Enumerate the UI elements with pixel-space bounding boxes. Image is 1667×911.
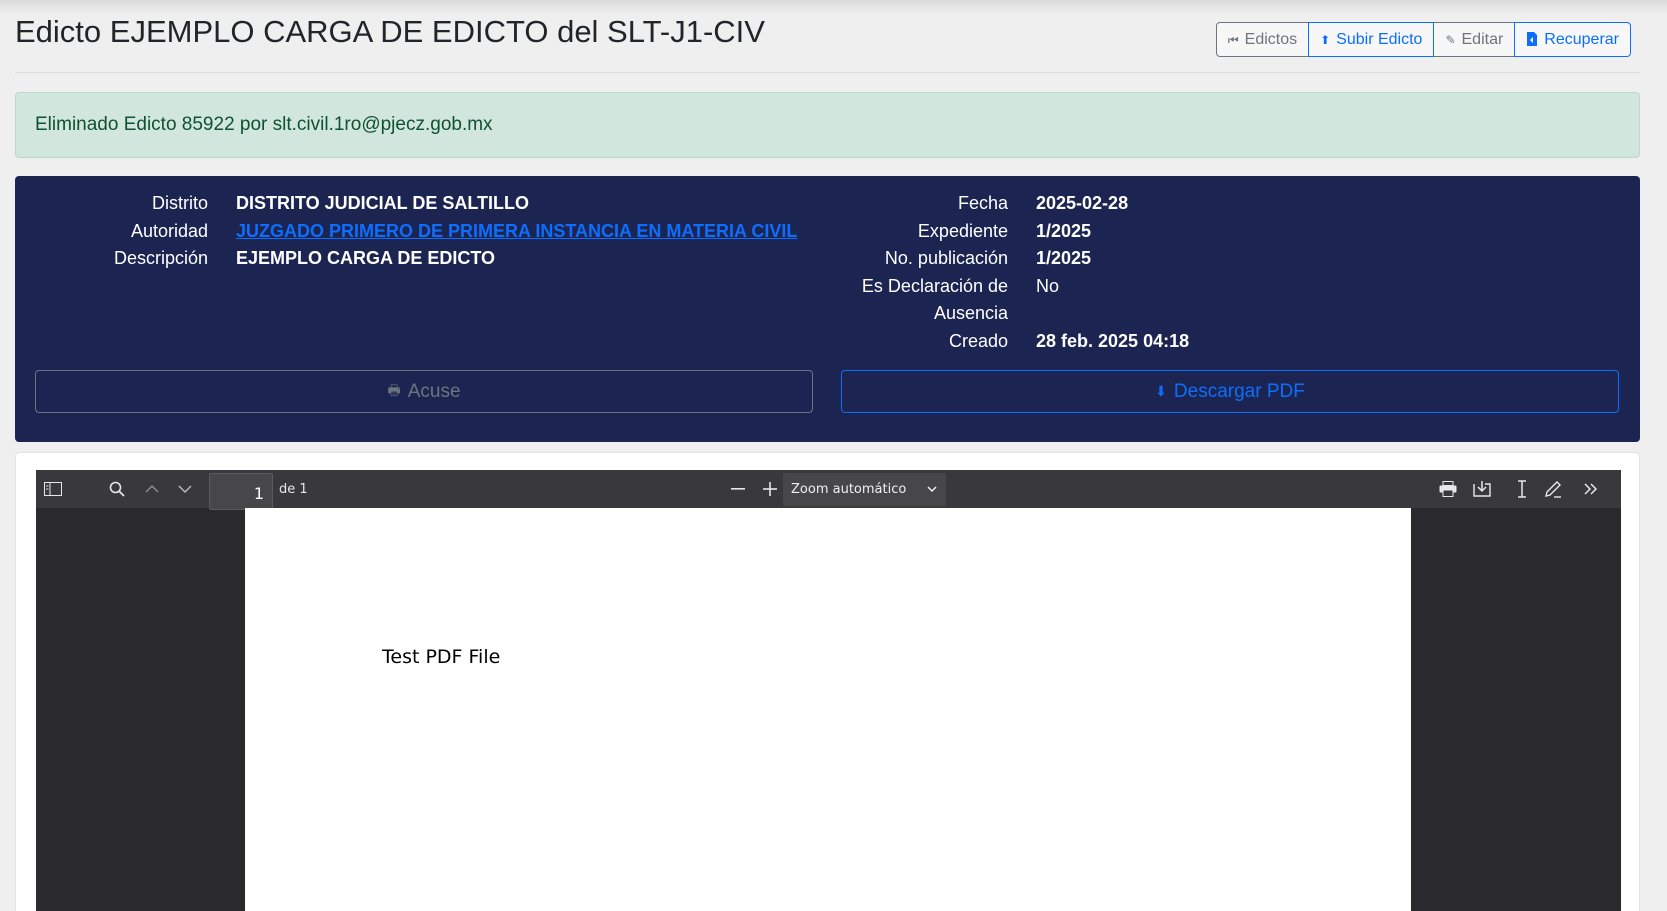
double-chevron-right-icon[interactable] [1576, 470, 1606, 508]
top-shadow [0, 0, 1667, 14]
edicto-details-card: Distrito DISTRITO JUDICIAL DE SALTILLO A… [15, 176, 1640, 442]
print-icon[interactable] [1433, 470, 1463, 508]
recuperar-button[interactable]: Recuperar [1514, 22, 1631, 57]
zoom-select[interactable]: Zoom automático [783, 473, 946, 506]
detail-row-distrito: Distrito DISTRITO JUDICIAL DE SALTILLO [15, 190, 797, 218]
details-left-list: Distrito DISTRITO JUDICIAL DE SALTILLO A… [15, 190, 797, 273]
autoridad-link[interactable]: JUZGADO PRIMERO DE PRIMERA INSTANCIA EN … [236, 218, 797, 246]
pdf-document-text: Test PDF File [382, 646, 501, 668]
printer-icon: 🖶 [387, 381, 401, 398]
detail-row-fecha: Fecha 2025-02-28 [792, 190, 1189, 218]
download-pdf-button-label: Descargar PDF [1173, 380, 1305, 402]
detail-row-creado: Creado 28 feb. 2025 04:18 [792, 328, 1189, 356]
save-icon[interactable] [1467, 470, 1497, 508]
edictos-button[interactable]: ⏮ Edictos [1215, 22, 1310, 57]
acuse-button[interactable]: 🖶 Acuse [35, 370, 813, 413]
chevron-down-icon [926, 482, 938, 497]
details-right-list: Fecha 2025-02-28 Expediente 1/2025 No. p… [792, 190, 1189, 355]
detail-value: 28 feb. 2025 04:18 [1036, 330, 1190, 351]
detail-value: 1/2025 [1036, 220, 1092, 241]
header-button-group: ⏮ Edictos ⬆ Subir Edicto ✎ Editar Recupe… [1215, 22, 1631, 57]
download-pdf-button[interactable]: ⬇ Descargar PDF [841, 370, 1619, 413]
detail-row-autoridad: Autoridad JUZGADO PRIMERO DE PRIMERA INS… [15, 218, 797, 246]
pencil-icon: ✎ [1445, 32, 1456, 47]
detail-value: EJEMPLO CARGA DE EDICTO [236, 248, 496, 268]
next-page-icon[interactable] [170, 470, 200, 508]
zoom-out-icon[interactable] [723, 470, 753, 508]
success-alert: Eliminado Edicto 85922 por slt.civil.1ro… [15, 92, 1640, 158]
editar-button-label: Editar [1461, 30, 1504, 48]
detail-row-expediente: Expediente 1/2025 [792, 218, 1189, 246]
detail-row-descripcion: Descripción EJEMPLO CARGA DE EDICTO [15, 245, 797, 273]
search-icon[interactable] [102, 470, 132, 508]
skip-back-icon: ⏮ [1227, 32, 1239, 47]
detail-label: Expediente [917, 220, 1008, 241]
recuperar-button-label: Recuperar [1544, 30, 1619, 48]
detail-label: No. publicación [884, 248, 1008, 268]
editar-button[interactable]: ✎ Editar [1433, 22, 1516, 57]
detail-value: 1/2025 [1036, 248, 1092, 268]
upload-icon: ⬆ [1320, 32, 1331, 47]
detail-label: Es Declaración de Ausencia [861, 275, 1008, 324]
edictos-button-label: Edictos [1244, 30, 1298, 48]
sidebar-toggle-icon[interactable] [38, 470, 68, 508]
header-divider [15, 72, 1640, 73]
subir-edicto-button-label: Subir Edicto [1336, 30, 1423, 48]
zoom-in-icon[interactable] [755, 470, 785, 508]
detail-row-declaracion-ausencia: Es Declaración de Ausencia No [792, 273, 1189, 328]
detail-label: Distrito [151, 193, 208, 213]
pdf-page: Test PDF File [245, 508, 1411, 911]
detail-label: Descripción [113, 248, 208, 268]
detail-value: DISTRITO JUDICIAL DE SALTILLO [236, 193, 530, 213]
previous-page-icon[interactable] [137, 470, 167, 508]
detail-label: Creado [948, 330, 1008, 351]
text-cursor-icon[interactable] [1507, 470, 1537, 508]
detail-value: 2025-02-28 [1036, 193, 1129, 213]
zoom-select-value: Zoom automático [791, 482, 907, 497]
detail-label: Autoridad [130, 220, 208, 241]
pdf-viewer-card: 1 de 1 Zoom automático Test PDF File [15, 452, 1640, 911]
page-title: Edicto EJEMPLO CARGA DE EDICTO del SLT-J… [15, 14, 765, 49]
pdf-toolbar: 1 de 1 Zoom automático [36, 470, 1621, 510]
detail-value: No [1036, 275, 1060, 296]
download-icon: ⬇ [1155, 383, 1167, 399]
pdf-viewer: 1 de 1 Zoom automático Test PDF File [36, 470, 1621, 911]
acuse-button-label: Acuse [407, 380, 461, 402]
detail-row-publicacion: No. publicación 1/2025 [792, 245, 1189, 273]
page-number-input[interactable]: 1 [209, 473, 273, 510]
detail-label: Fecha [957, 193, 1008, 213]
alert-message: Eliminado Edicto 85922 por slt.civil.1ro… [35, 114, 493, 135]
subir-edicto-button[interactable]: ⬆ Subir Edicto [1308, 22, 1435, 57]
page-count: de 1 [279, 482, 308, 497]
draw-icon[interactable] [1538, 470, 1568, 508]
document-restore-icon [1526, 31, 1538, 48]
